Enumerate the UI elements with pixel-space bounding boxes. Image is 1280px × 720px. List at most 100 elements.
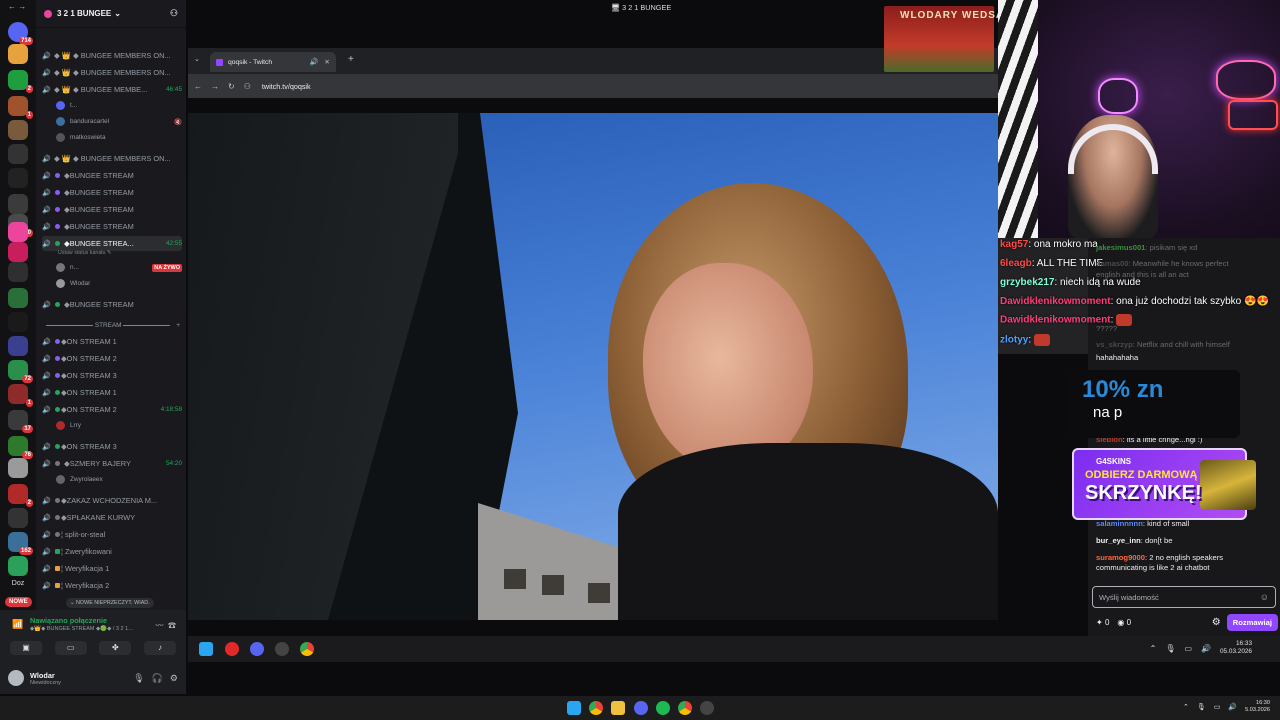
new-unread-banner[interactable]: ⌄ NOWE NIEPRZECZYT. WIAD.: [66, 598, 154, 608]
voice-channel[interactable]: 🔊 ◆ 👑 ◆ BUNGEE MEMBERS ON...: [42, 65, 182, 80]
voice-user[interactable]: banduracartel 🔇: [56, 115, 182, 128]
voice-user[interactable]: matkoswieta: [56, 131, 182, 144]
chevron-up-icon[interactable]: ⌃: [1183, 703, 1189, 711]
voice-user[interactable]: Wlodar: [56, 277, 182, 290]
voice-channel[interactable]: 🔊 ◆SPŁAKANE KURWY: [42, 510, 182, 525]
chat-username[interactable]: jakesimus001: [1096, 243, 1145, 252]
server-icon[interactable]: 1: [8, 96, 33, 119]
camera-off-button[interactable]: ▣: [10, 641, 42, 655]
stream-video[interactable]: [188, 113, 998, 620]
server-label-doz[interactable]: Doz: [4, 580, 32, 587]
display-icon[interactable]: ▭: [1184, 644, 1192, 653]
voice-channel[interactable]: 🔊 ◆ON STREAM 3: [42, 368, 182, 383]
server-icon[interactable]: 162: [8, 532, 33, 555]
voice-channel[interactable]: 🔊 ◆ BUNGEE STREAM: [42, 219, 182, 234]
server-icon[interactable]: 2: [8, 484, 33, 507]
server-icon[interactable]: 76: [8, 436, 33, 459]
voice-user[interactable]: n... NA ŻYWO: [56, 261, 182, 274]
site-info-icon[interactable]: ⚇: [244, 82, 251, 91]
server-icon[interactable]: [8, 556, 28, 576]
text-channel[interactable]: 🔊 ¦ Weryfikacja 2: [42, 578, 182, 593]
close-icon[interactable]: ✕: [324, 58, 330, 66]
browser-tab[interactable]: qoqsik - Twitch 🔊 ✕: [210, 52, 336, 72]
avatar[interactable]: [8, 670, 24, 686]
server-icon[interactable]: [8, 222, 28, 242]
server-icon[interactable]: [8, 242, 28, 262]
address-bar[interactable]: twitch.tv/qoqsik: [262, 82, 311, 91]
voice-channel[interactable]: 🔊 ◆ 👑 ◆ BUNGEE MEMBERS ON...: [42, 151, 182, 166]
add-user-icon[interactable]: ⚇: [170, 8, 178, 19]
voice-user[interactable]: Lrry: [56, 419, 182, 432]
new-tab-button[interactable]: +: [348, 54, 354, 65]
viewer-clock[interactable]: 16:30 5.03.2026: [1245, 700, 1270, 714]
share-screen-button[interactable]: ▭: [54, 641, 87, 655]
voice-channel[interactable]: 🔊 ◆ZAKAZ WCHODZENIA M...: [42, 493, 182, 508]
folder-icon[interactable]: [611, 701, 625, 715]
voice-channel[interactable]: 🔊 ◆ BUNGEE STREAM: [42, 202, 182, 217]
noise-icon[interactable]: 〰: [156, 621, 164, 630]
server-icon[interactable]: [8, 288, 28, 308]
voice-channel[interactable]: 🔊 ◆ SZMERY BAJERY 54:20: [42, 456, 182, 471]
headphones-icon[interactable]: 🎧: [152, 673, 163, 684]
chrome-icon[interactable]: [589, 701, 603, 715]
microphone-icon[interactable]: 🎙: [133, 673, 144, 684]
speaker-icon[interactable]: 🔊: [310, 58, 319, 66]
new-messages-pill[interactable]: NOWE: [5, 597, 32, 607]
server-icon[interactable]: 2: [8, 70, 33, 93]
voice-channel-active[interactable]: 🔊 ◆ BUNGEE STREA... 42:55: [42, 236, 182, 251]
gear-icon[interactable]: ⚙: [1212, 617, 1221, 628]
voice-channel[interactable]: 🔊 ◆ 👑 ◆ BUNGEE MEMBE... 46:45: [42, 82, 182, 97]
server-icon[interactable]: [8, 508, 28, 528]
chat-username[interactable]: bur_eye_inn: [1096, 536, 1141, 545]
emote-icon[interactable]: ☺: [1260, 592, 1269, 602]
server-icon[interactable]: [8, 194, 28, 214]
voice-channel[interactable]: 🔊 ◆ BUNGEE STREAM: [42, 185, 182, 200]
voice-channel[interactable]: 🔊 ◆ON STREAM 1: [42, 334, 182, 349]
voice-user[interactable]: Zwyrolaeex: [56, 473, 182, 486]
text-channel[interactable]: 🔊 ¦ split-or-steal: [42, 527, 182, 542]
volume-icon[interactable]: 🔊: [1201, 644, 1211, 653]
windows-start-icon[interactable]: [199, 642, 213, 656]
channel-status-hint[interactable]: Ustaw status kanału ✎: [58, 250, 111, 256]
category-stream[interactable]: STREAM +: [44, 322, 180, 329]
forward-icon[interactable]: →: [211, 82, 219, 91]
signal-icon[interactable]: 📶: [12, 619, 23, 630]
volume-icon[interactable]: 🔊: [1228, 703, 1237, 711]
gear-icon[interactable]: ⚙: [170, 673, 178, 684]
microphone-icon[interactable]: 🎙: [1197, 703, 1206, 711]
chat-input[interactable]: Wyślij wiadomość ☺: [1092, 586, 1276, 608]
tab-search-icon[interactable]: ⌄: [194, 55, 200, 63]
reload-icon[interactable]: ↻: [228, 82, 235, 91]
server-icon[interactable]: 1: [8, 384, 33, 407]
disconnect-icon[interactable]: ☎: [168, 621, 176, 630]
voice-channel[interactable]: 🔊 ◆ON STREAM 1: [42, 385, 182, 400]
server-icon[interactable]: [8, 168, 28, 188]
server-icon[interactable]: 72: [8, 360, 33, 383]
chat-send-button[interactable]: Rozmawiaj: [1226, 613, 1278, 631]
server-icon[interactable]: 17: [8, 410, 33, 433]
text-channel[interactable]: 🔊 ¦ Weryfikacja 1: [42, 561, 182, 576]
voice-channel[interactable]: 🔊 ◆ 👑 ◆ BUNGEE MEMBERS ON...: [42, 48, 182, 63]
server-icon[interactable]: [8, 44, 28, 64]
channel-points-icon[interactable]: ◉ 0: [1117, 618, 1131, 627]
server-icon[interactable]: [8, 262, 28, 282]
chat-username[interactable]: salaminnnnn: [1096, 519, 1143, 528]
chevron-up-icon[interactable]: ⌃: [1150, 644, 1157, 653]
bits-icon[interactable]: ✦ 0: [1096, 618, 1109, 627]
network-icon[interactable]: ▭: [1214, 703, 1221, 711]
voice-channel[interactable]: 🔊 ◆ON STREAM 3: [42, 439, 182, 454]
server-icon[interactable]: [8, 458, 28, 478]
guild-header[interactable]: 3 2 1 BUNGEE ⌄ ⚇: [36, 0, 186, 28]
obs-icon[interactable]: [275, 642, 289, 656]
discord-icon[interactable]: [250, 642, 264, 656]
server-icon[interactable]: [8, 336, 28, 356]
voice-channel[interactable]: 🔊 ◆ BUNGEE STREAM: [42, 297, 182, 312]
microphone-icon[interactable]: 🎙: [1165, 644, 1175, 653]
voice-channel[interactable]: 🔊 ◆ON STREAM 2 4:18:58: [42, 402, 182, 417]
server-icon[interactable]: [8, 312, 28, 332]
chrome-icon[interactable]: [678, 701, 692, 715]
chrome-icon[interactable]: [300, 642, 314, 656]
chat-username[interactable]: vs_skrzyp: [1096, 340, 1133, 349]
window-nav-arrows[interactable]: ← →: [8, 2, 26, 11]
server-icon[interactable]: 714: [8, 22, 33, 45]
